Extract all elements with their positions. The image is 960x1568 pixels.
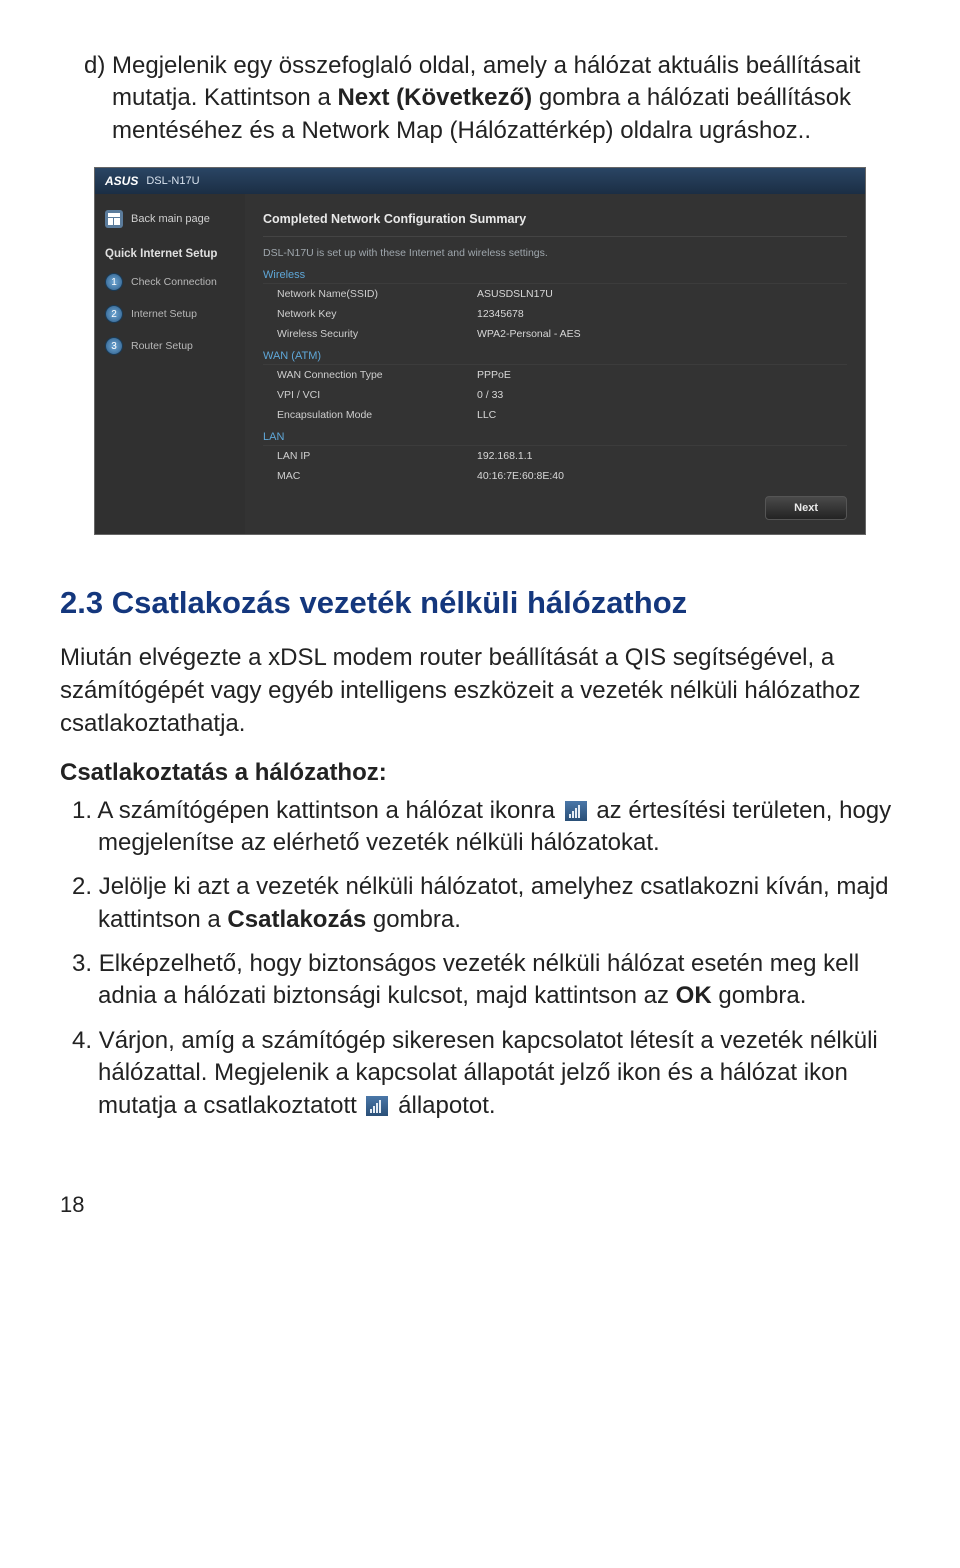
kv-row: Network Name(SSID)ASUSDSLN17U xyxy=(263,284,847,304)
wan-section-head: WAN (ATM) xyxy=(263,344,847,365)
kv-key: LAN IP xyxy=(263,450,477,462)
kv-val: 192.168.1.1 xyxy=(477,450,532,462)
kv-row: Wireless SecurityWPA2-Personal - AES xyxy=(263,324,847,344)
step-4: 4. Várjon, amíg a számítógép sikeresen k… xyxy=(60,1025,900,1122)
network-signal-icon xyxy=(366,1096,388,1116)
sidebar-item-internet-setup[interactable]: 2 Internet Setup xyxy=(95,298,245,330)
sidebar-item-label: Internet Setup xyxy=(131,308,197,320)
router-sidebar: Back main page Quick Internet Setup 1 Ch… xyxy=(95,194,245,534)
network-tray-icon xyxy=(565,801,587,821)
sidebar-item-label: Router Setup xyxy=(131,340,193,352)
step-text-b: gombra. xyxy=(366,906,461,933)
step-bold: OK xyxy=(676,982,712,1009)
kv-val: 40:16:7E:60:8E:40 xyxy=(477,470,564,482)
kv-key: Network Key xyxy=(263,308,477,320)
step-text-a: A számítógépen kattintson a hálózat ikon… xyxy=(97,797,561,824)
kv-val: 0 / 33 xyxy=(477,389,503,401)
kv-val: LLC xyxy=(477,409,496,421)
step-text-b: állapotot. xyxy=(391,1092,495,1119)
kv-key: VPI / VCI xyxy=(263,389,477,401)
kv-key: WAN Connection Type xyxy=(263,369,477,381)
kv-row: MAC40:16:7E:60:8E:40 xyxy=(263,466,847,486)
sidebar-item-label: Check Connection xyxy=(131,276,217,288)
sidebar-item-check-connection[interactable]: 1 Check Connection xyxy=(95,266,245,298)
kv-row: Encapsulation ModeLLC xyxy=(263,405,847,425)
kv-key: Wireless Security xyxy=(263,328,477,340)
layout-icon xyxy=(105,210,123,228)
panel-subtitle: DSL-N17U is set up with these Internet a… xyxy=(263,237,847,263)
step-num: 4. xyxy=(72,1027,92,1054)
kv-val: ASUSDSLN17U xyxy=(477,288,553,300)
qis-title: Quick Internet Setup xyxy=(95,242,245,266)
lan-section-head: LAN xyxy=(263,425,847,446)
step-num: 3. xyxy=(72,950,92,977)
step-num-icon: 1 xyxy=(105,273,123,291)
kv-val: PPPoE xyxy=(477,369,511,381)
panel-title: Completed Network Configuration Summary xyxy=(263,206,847,237)
kv-val: 12345678 xyxy=(477,308,524,320)
kv-val: WPA2-Personal - AES xyxy=(477,328,581,340)
step-text-a: Jelölje ki azt a vezeték nélküli hálózat… xyxy=(98,873,888,932)
next-button[interactable]: Next xyxy=(765,496,847,520)
kv-key: Encapsulation Mode xyxy=(263,409,477,421)
back-main-label: Back main page xyxy=(131,213,210,225)
router-summary-screenshot: ASUS DSL-N17U Back main page Quick Inter… xyxy=(94,167,866,535)
intro-bullet: d) xyxy=(84,52,105,79)
page-number: 18 xyxy=(60,1192,900,1218)
wireless-section-head: Wireless xyxy=(263,263,847,284)
section-subhead: Csatlakoztatás a hálózathoz: xyxy=(60,759,900,787)
model-name: DSL-N17U xyxy=(146,175,199,187)
kv-key: MAC xyxy=(263,470,477,482)
intro-paragraph: d) Megjelenik egy összefoglaló oldal, am… xyxy=(60,50,900,147)
back-main-page[interactable]: Back main page xyxy=(95,204,245,242)
step-text-b: gombra. xyxy=(712,982,807,1009)
kv-row: LAN IP192.168.1.1 xyxy=(263,446,847,466)
intro-next-label: Next (Következő) xyxy=(337,84,532,111)
step-num: 2. xyxy=(72,873,92,900)
step-num-icon: 2 xyxy=(105,305,123,323)
step-num: 1. xyxy=(72,797,92,824)
kv-row: Network Key12345678 xyxy=(263,304,847,324)
router-main-panel: Completed Network Configuration Summary … xyxy=(245,194,865,534)
kv-row: WAN Connection TypePPPoE xyxy=(263,365,847,385)
router-titlebar: ASUS DSL-N17U xyxy=(95,168,865,194)
section-paragraph: Miután elvégezte a xDSL modem router beá… xyxy=(60,641,900,740)
step-num-icon: 3 xyxy=(105,337,123,355)
kv-row: VPI / VCI0 / 33 xyxy=(263,385,847,405)
step-3: 3. Elképzelhető, hogy biztonságos vezeté… xyxy=(60,948,900,1013)
step-1: 1. A számítógépen kattintson a hálózat i… xyxy=(60,795,900,860)
step-bold: Csatlakozás xyxy=(227,906,366,933)
steps-list: 1. A számítógépen kattintson a hálózat i… xyxy=(60,795,900,1123)
asus-logo: ASUS xyxy=(105,174,138,188)
sidebar-item-router-setup[interactable]: 3 Router Setup xyxy=(95,330,245,362)
section-heading: 2.3 Csatlakozás vezeték nélküli hálózath… xyxy=(60,585,900,621)
kv-key: Network Name(SSID) xyxy=(263,288,477,300)
step-2: 2. Jelölje ki azt a vezeték nélküli háló… xyxy=(60,871,900,936)
